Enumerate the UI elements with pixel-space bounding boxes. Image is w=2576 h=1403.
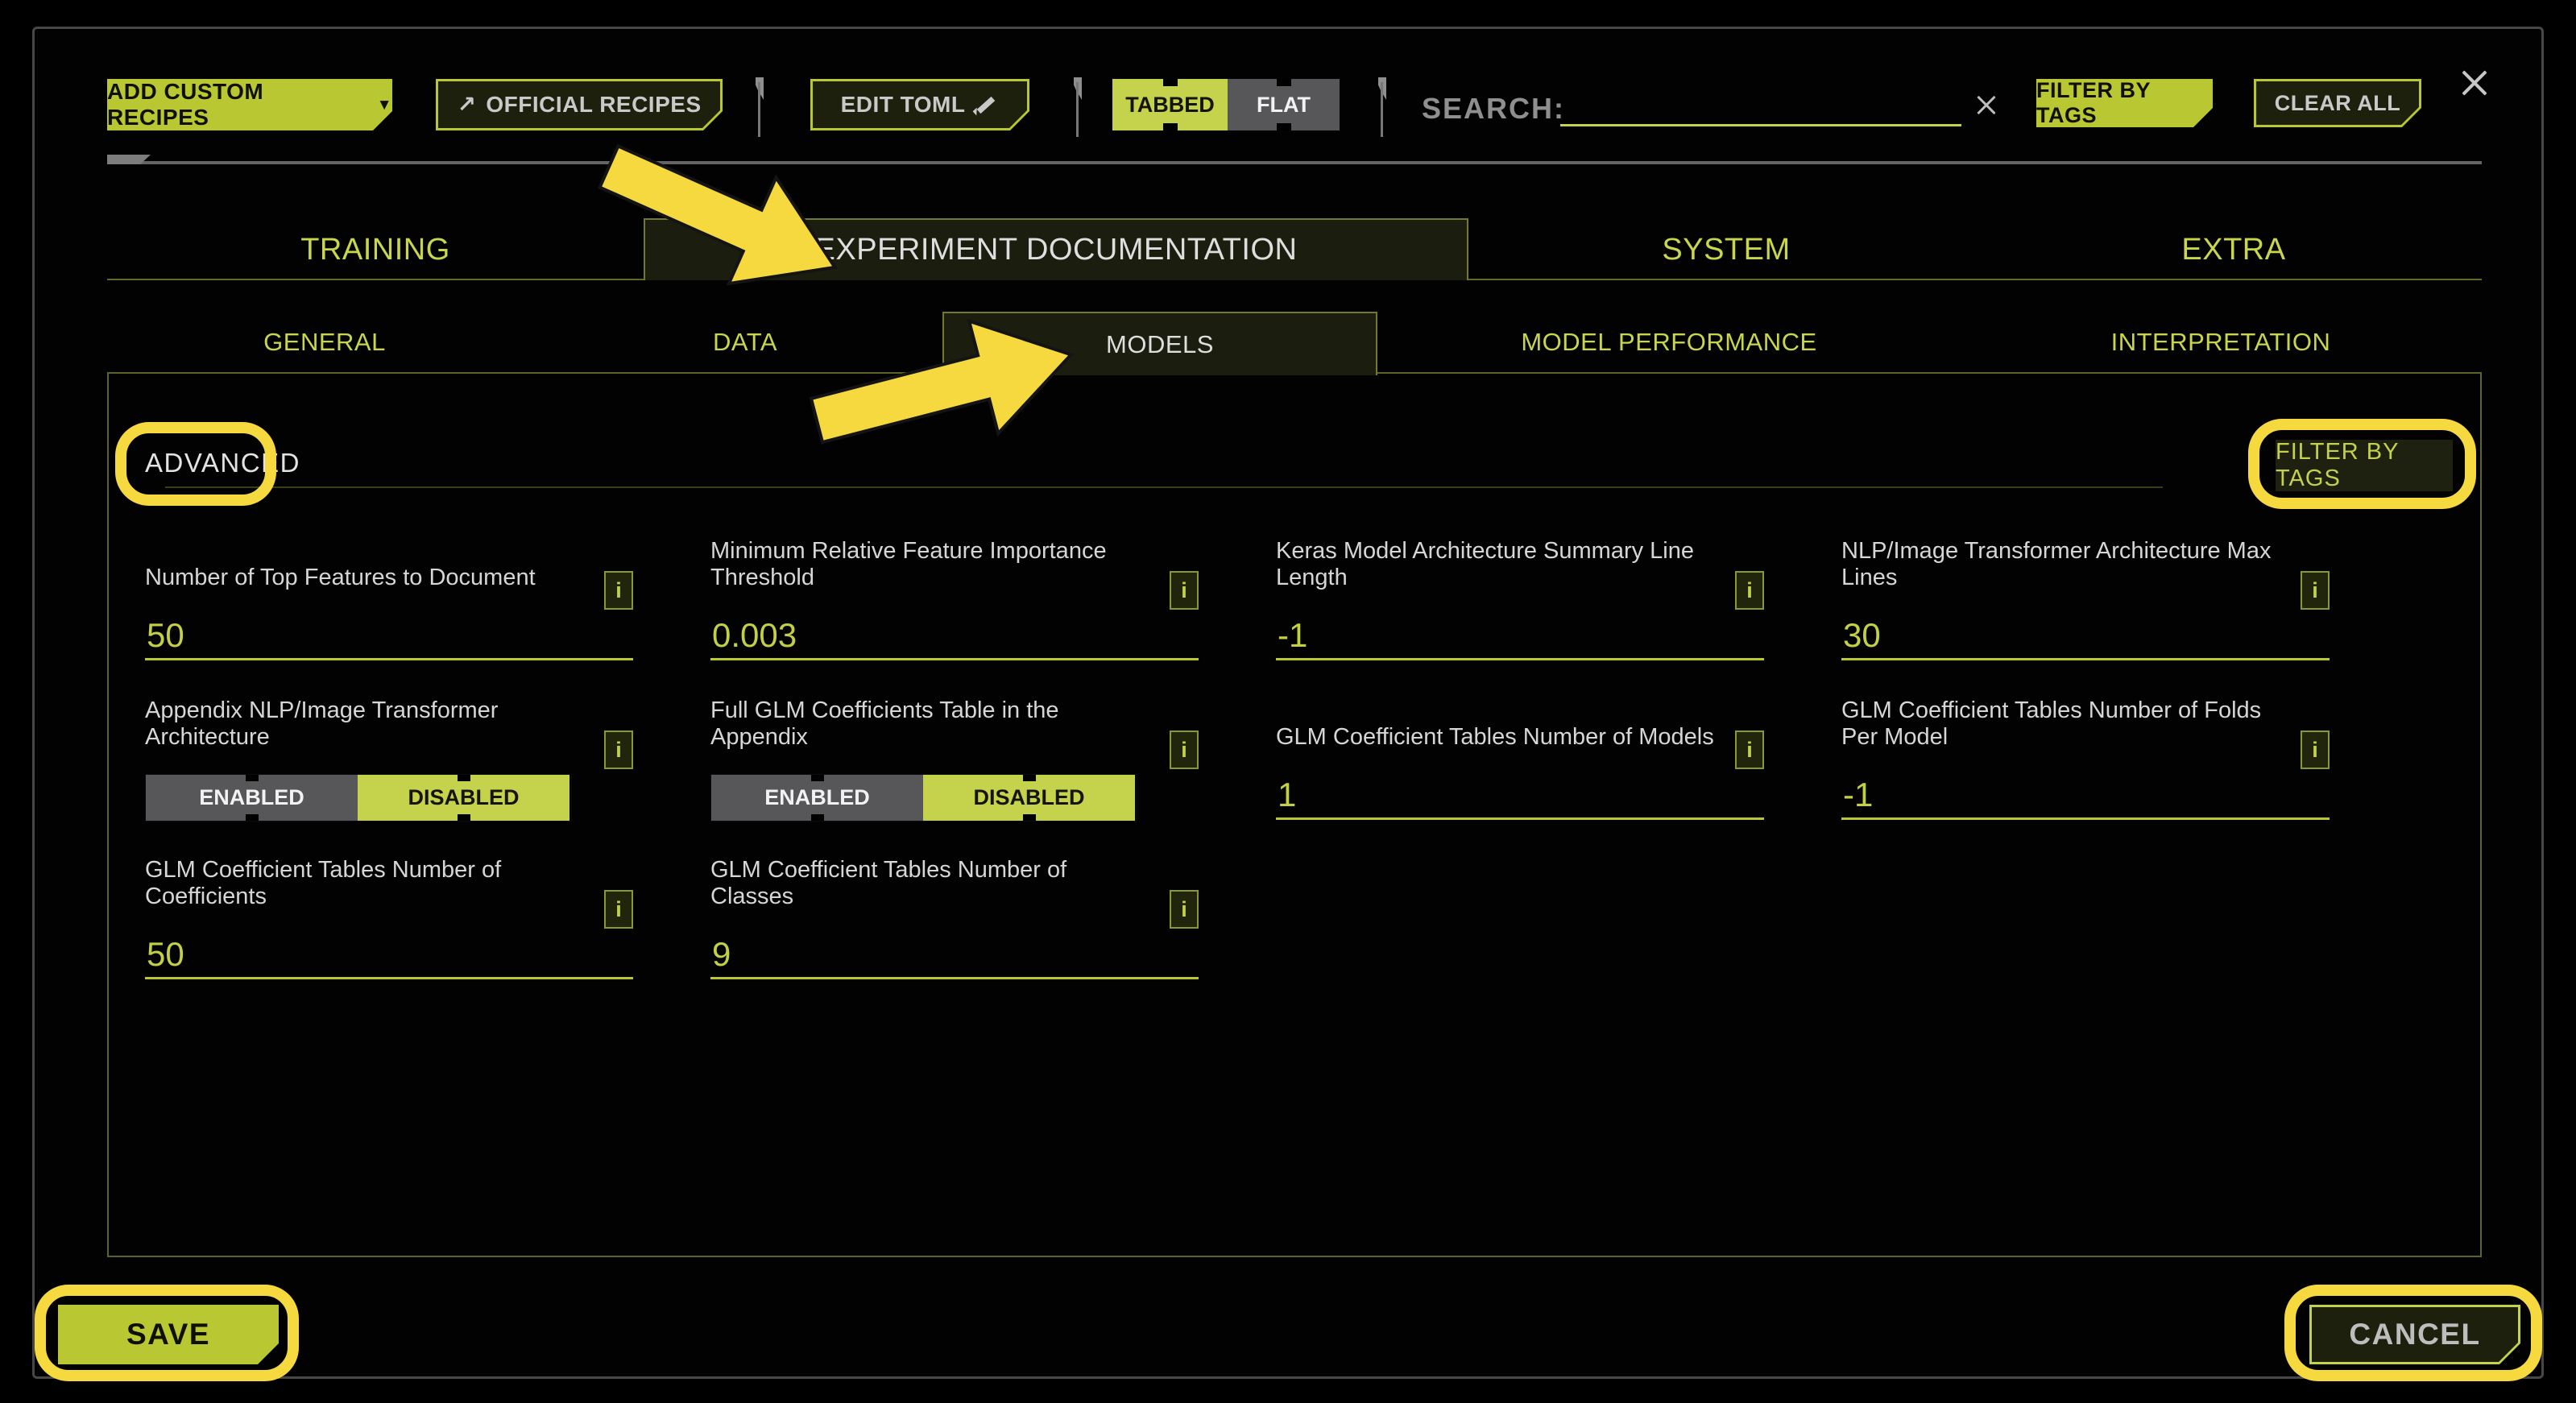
section-divider <box>165 486 2163 488</box>
toolbar-divider <box>1074 77 1085 139</box>
toggle-disabled-option[interactable]: DISABLED <box>923 775 1135 821</box>
field-value-input[interactable]: -1 <box>1841 776 2330 820</box>
external-link-icon: ↗ <box>457 93 476 116</box>
toggle-enabled-option[interactable]: ENABLED <box>146 775 358 821</box>
add-custom-recipes-button[interactable]: ADD CUSTOM RECIPES ▼ <box>107 79 392 130</box>
edit-toml-button[interactable]: EDIT TOML <box>810 79 1029 130</box>
field-label: Appendix NLP/Image Transformer Architect… <box>145 697 586 751</box>
field-value-input[interactable]: 50 <box>145 935 633 979</box>
save-label: SAVE <box>126 1318 210 1351</box>
cancel-button[interactable]: CANCEL <box>2309 1305 2520 1364</box>
field-value-input[interactable]: 50 <box>145 616 633 660</box>
info-icon[interactable]: i <box>1170 730 1199 769</box>
panel-filter-by-tags-label: FILTER BY TAGS <box>2276 439 2453 492</box>
field-value-input[interactable]: 9 <box>710 935 1199 979</box>
expert-settings-screen: { "colors": {"accent": "#b9c832", "accen… <box>0 0 2576 1403</box>
subtab-models[interactable]: MODELS <box>942 312 1377 375</box>
info-icon[interactable]: i <box>604 890 633 929</box>
field-label: Full GLM Coefficients Table in the Appen… <box>710 697 1152 751</box>
subtab-models-label: MODELS <box>1106 330 1214 359</box>
field-value-input[interactable]: -1 <box>1276 616 1764 660</box>
info-icon[interactable]: i <box>1170 890 1199 929</box>
cancel-label: CANCEL <box>2349 1318 2480 1351</box>
info-icon[interactable]: i <box>604 571 633 610</box>
edit-toml-label: EDIT TOML <box>841 92 966 118</box>
info-icon[interactable]: i <box>2301 571 2330 610</box>
search-clear-icon[interactable] <box>1973 92 2000 119</box>
clear-all-button[interactable]: CLEAR ALL <box>2254 79 2421 127</box>
field-value-input[interactable]: 0.003 <box>710 616 1199 660</box>
official-recipes-button[interactable]: ↗ OFFICIAL RECIPES <box>436 79 723 130</box>
field-nlp-transformer-max-lines: NLP/Image Transformer Architecture Max L… <box>1841 528 2330 687</box>
enabled-disabled-toggle: ENABLED DISABLED <box>145 774 572 822</box>
horizontal-scrollbar-track[interactable] <box>107 161 2482 164</box>
tab-training[interactable]: TRAINING <box>300 219 450 280</box>
view-toggle-flat[interactable]: FLAT <box>1228 79 1340 130</box>
field-keras-summary-line-length: Keras Model Architecture Summary Line Le… <box>1276 528 1764 687</box>
close-icon[interactable] <box>2456 64 2493 101</box>
field-value-input[interactable]: 30 <box>1841 616 2330 660</box>
filter-by-tags-button[interactable]: FILTER BY TAGS <box>2036 79 2213 127</box>
field-label: GLM Coefficient Tables Number of Folds P… <box>1841 697 2283 751</box>
tab-experiment-documentation[interactable]: EXPERIMENT DOCUMENTATION <box>644 218 1468 280</box>
info-icon[interactable]: i <box>1735 571 1764 610</box>
search-input[interactable] <box>1560 76 1961 126</box>
field-label: NLP/Image Transformer Architecture Max L… <box>1841 538 2283 592</box>
field-glm-tables-num-classes: GLM Coefficient Tables Number of Classes… <box>710 846 1199 1006</box>
flat-label: FLAT <box>1257 93 1311 118</box>
clear-all-label: CLEAR ALL <box>2275 91 2400 116</box>
panel-filter-by-tags-button[interactable]: FILTER BY TAGS <box>2276 440 2453 491</box>
info-icon[interactable]: i <box>1170 571 1199 610</box>
add-custom-recipes-label: ADD CUSTOM RECIPES <box>107 79 367 130</box>
subtab-data[interactable]: DATA <box>713 312 777 372</box>
search-label: SEARCH: <box>1422 92 1565 126</box>
field-label: Minimum Relative Feature Importance Thre… <box>710 538 1152 592</box>
enabled-disabled-toggle: ENABLED DISABLED <box>710 774 1137 822</box>
field-num-top-features: Number of Top Features to Document i 50 <box>145 528 633 687</box>
expert-settings-dialog: ADD CUSTOM RECIPES ▼ ↗ OFFICIAL RECIPES … <box>32 27 2544 1379</box>
toggle-enabled-option[interactable]: ENABLED <box>711 775 923 821</box>
view-toggle-tabbed[interactable]: TABBED <box>1112 79 1228 130</box>
tab-system[interactable]: SYSTEM <box>1662 219 1790 280</box>
field-glm-tables-num-folds: GLM Coefficient Tables Number of Folds P… <box>1841 687 2330 846</box>
subtab-model-performance[interactable]: MODEL PERFORMANCE <box>1521 312 1816 372</box>
settings-fields-grid: Number of Top Features to Document i 50 … <box>145 528 2407 1006</box>
subtab-general[interactable]: GENERAL <box>263 312 386 372</box>
chevron-down-icon: ▼ <box>377 97 392 113</box>
info-icon[interactable]: i <box>2301 730 2330 769</box>
field-min-relative-importance: Minimum Relative Feature Importance Thre… <box>710 528 1199 687</box>
save-button[interactable]: SAVE <box>58 1305 279 1364</box>
info-icon[interactable]: i <box>1735 730 1764 769</box>
subtab-interpretation[interactable]: INTERPRETATION <box>2111 312 2331 372</box>
field-label: Number of Top Features to Document <box>145 565 536 592</box>
field-label: Keras Model Architecture Summary Line Le… <box>1276 538 1717 592</box>
field-appendix-nlp-transformer: Appendix NLP/Image Transformer Architect… <box>145 687 633 846</box>
field-value-input[interactable]: 1 <box>1276 776 1764 820</box>
field-full-glm-coefficients-table: Full GLM Coefficients Table in the Appen… <box>710 687 1199 846</box>
pencil-icon <box>975 93 999 116</box>
field-label: GLM Coefficient Tables Number of Classes <box>710 857 1152 911</box>
settings-panel: ADVANCED FILTER BY TAGS Number of Top Fe… <box>107 372 2482 1257</box>
info-icon[interactable]: i <box>604 730 633 769</box>
toolbar-divider <box>1378 77 1389 139</box>
tab-experiment-documentation-label: EXPERIMENT DOCUMENTATION <box>815 233 1298 267</box>
official-recipes-label: OFFICIAL RECIPES <box>486 92 701 118</box>
tab-extra[interactable]: EXTRA <box>2181 219 2285 280</box>
filter-by-tags-label: FILTER BY TAGS <box>2036 78 2213 128</box>
toolbar-divider <box>756 77 767 139</box>
field-glm-tables-num-models: GLM Coefficient Tables Number of Models … <box>1276 687 1764 846</box>
tabbed-label: TABBED <box>1125 93 1215 118</box>
field-glm-tables-num-coefficients: GLM Coefficient Tables Number of Coeffic… <box>145 846 633 1006</box>
section-label-advanced: ADVANCED <box>145 448 300 478</box>
toggle-disabled-option[interactable]: DISABLED <box>358 775 569 821</box>
field-label: GLM Coefficient Tables Number of Models <box>1276 724 1714 751</box>
field-label: GLM Coefficient Tables Number of Coeffic… <box>145 857 586 911</box>
